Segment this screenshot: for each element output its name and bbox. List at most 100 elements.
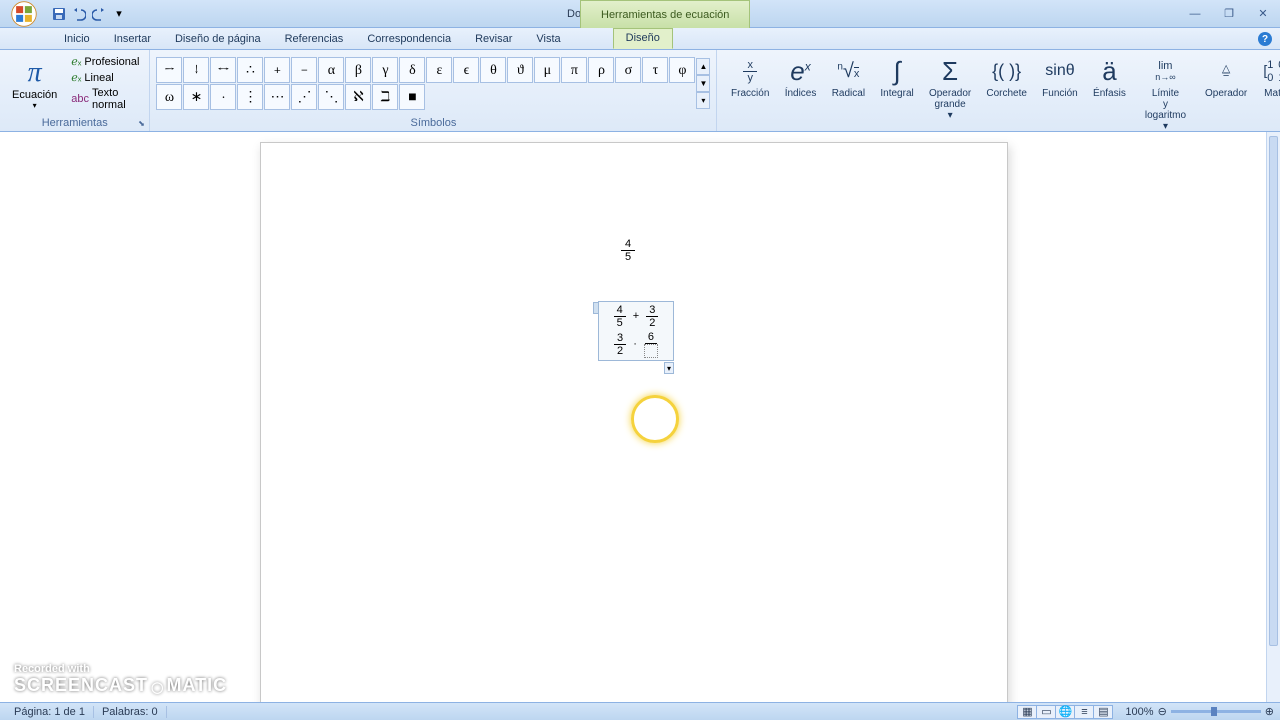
symbol-β[interactable]: β — [345, 57, 371, 83]
structure-radical[interactable]: n√xRadical — [824, 52, 873, 132]
help-icon[interactable]: ? — [1258, 32, 1272, 46]
structure-matriz[interactable]: [1001]Matriz — [1255, 52, 1280, 132]
zoom-out-button[interactable]: ⊖ — [1158, 705, 1167, 718]
tab-diseno-pagina[interactable]: Diseño de página — [163, 30, 273, 49]
view-web[interactable]: 🌐 — [1055, 705, 1075, 719]
zoom-value[interactable]: 100% — [1125, 706, 1153, 718]
equation-options-dropdown[interactable]: ▾ — [664, 362, 674, 374]
symbol-ω[interactable]: ω — [156, 84, 182, 110]
symbol-∗[interactable]: ∗ — [183, 84, 209, 110]
context-tab-header: Herramientas de ecuación — [580, 0, 750, 28]
structure-glyph: [1001] — [1263, 54, 1280, 88]
tab-diseno-ecuacion[interactable]: Diseño — [613, 28, 673, 49]
tab-insertar[interactable]: Insertar — [102, 30, 163, 49]
placeholder-denominator[interactable] — [644, 344, 658, 358]
status-words[interactable]: Palabras: 0 — [94, 706, 167, 718]
maximize-button[interactable]: ❐ — [1212, 4, 1246, 24]
symbol-θ[interactable]: θ — [480, 57, 506, 83]
symbol-→[interactable]: → — [156, 57, 182, 83]
view-print-layout[interactable]: ▦ — [1017, 705, 1037, 719]
undo-icon[interactable] — [70, 5, 88, 23]
symbol-ϑ[interactable]: ϑ — [507, 57, 533, 83]
group-simbolos: →↓↔∴+−αβγδεϵθϑμπρστφω∗·⋮⋯⋰⋱ℵℶ■ ▲ ▼ ▾ Sím… — [150, 50, 717, 131]
symbols-scroll-up[interactable]: ▲ — [696, 58, 710, 75]
symbol-π[interactable]: π — [561, 57, 587, 83]
symbol-∴[interactable]: ∴ — [237, 57, 263, 83]
structure-glyph: limn→∞ — [1155, 54, 1175, 88]
profesional-button[interactable]: ℯₓProfesional — [67, 54, 143, 69]
title-bar: ▾ Documento2 - Microsoft Word Herramient… — [0, 0, 1280, 28]
symbol-α[interactable]: α — [318, 57, 344, 83]
tab-revisar[interactable]: Revisar — [463, 30, 524, 49]
status-page[interactable]: Página: 1 de 1 — [6, 706, 94, 718]
texto-normal-button[interactable]: abcTexto normal — [67, 86, 143, 112]
structure-fracción[interactable]: xyFracción — [723, 52, 777, 132]
ribbon: π Ecuación ▾ ℯₓProfesional ℯₓLineal abcT… — [0, 50, 1280, 132]
structure-glyph: sinθ — [1045, 54, 1074, 88]
symbols-scroll-more[interactable]: ▾ — [696, 92, 710, 109]
page[interactable]: 4 5 45 + 32 32 · 6 ▾ — [260, 142, 1008, 702]
tools-launcher-icon[interactable]: ⬊ — [136, 119, 146, 129]
equation-1[interactable]: 4 5 — [621, 238, 635, 263]
tab-vista[interactable]: Vista — [524, 30, 572, 49]
structure-énfasis[interactable]: äÉnfasis — [1085, 52, 1133, 132]
symbol-⋰[interactable]: ⋰ — [291, 84, 317, 110]
symbol-ϵ[interactable]: ϵ — [453, 57, 479, 83]
view-outline[interactable]: ≡ — [1074, 705, 1094, 719]
structure-glyph: xy — [743, 54, 757, 88]
status-bar: Página: 1 de 1 Palabras: 0 ▦ ▭ 🌐 ≡ ▤ 100… — [0, 702, 1280, 720]
symbols-scroll-down[interactable]: ▼ — [696, 75, 710, 92]
symbol-γ[interactable]: γ — [372, 57, 398, 83]
view-draft[interactable]: ▤ — [1093, 705, 1113, 719]
symbol-δ[interactable]: δ — [399, 57, 425, 83]
symbol-ℵ[interactable]: ℵ — [345, 84, 371, 110]
lineal-button[interactable]: ℯₓLineal — [67, 70, 143, 85]
symbol-ε[interactable]: ε — [426, 57, 452, 83]
structure-operador[interactable]: △=Operador — [1197, 52, 1254, 132]
symbol-+[interactable]: + — [264, 57, 290, 83]
symbol-↓[interactable]: ↓ — [183, 57, 209, 83]
texto-normal-icon: abc — [71, 93, 89, 105]
tab-inicio[interactable]: Inicio — [52, 30, 102, 49]
equation-handle[interactable] — [593, 302, 599, 314]
symbol-■[interactable]: ■ — [399, 84, 425, 110]
symbol-⋮[interactable]: ⋮ — [237, 84, 263, 110]
structure-operador[interactable]: ΣOperadorgrande▾ — [921, 52, 978, 132]
redo-icon[interactable] — [90, 5, 108, 23]
office-button[interactable] — [4, 0, 44, 28]
symbol-τ[interactable]: τ — [642, 57, 668, 83]
structure-corchete[interactable]: {( )}Corchete — [979, 52, 1035, 132]
zoom-in-button[interactable]: ⊕ — [1265, 705, 1274, 718]
structure-integral[interactable]: ∫Integral — [873, 52, 922, 132]
symbol-ℶ[interactable]: ℶ — [372, 84, 398, 110]
qat-customize-icon[interactable]: ▾ — [110, 5, 128, 23]
tab-referencias[interactable]: Referencias — [273, 30, 356, 49]
ecuacion-button[interactable]: π Ecuación ▾ — [6, 56, 63, 110]
symbol-⋱[interactable]: ⋱ — [318, 84, 344, 110]
structure-índices[interactable]: exÍndices — [777, 52, 824, 132]
symbol-·[interactable]: · — [210, 84, 236, 110]
ribbon-tabs: Inicio Insertar Diseño de página Referen… — [0, 28, 1280, 50]
symbol-↔[interactable]: ↔ — [210, 57, 236, 83]
symbol-φ[interactable]: φ — [669, 57, 695, 83]
equation-2-editing[interactable]: 45 + 32 32 · 6 ▾ — [598, 301, 674, 361]
lineal-icon: ℯₓ — [71, 71, 81, 84]
document-area[interactable]: 4 5 45 + 32 32 · 6 ▾ — [0, 132, 1266, 702]
symbol-μ[interactable]: μ — [534, 57, 560, 83]
watermark: Recorded with SCREENCAST ◯ MATIC — [14, 663, 227, 696]
close-button[interactable]: ✕ — [1246, 4, 1280, 24]
structure-función[interactable]: sinθFunción — [1035, 52, 1086, 132]
structure-límite[interactable]: limn→∞Límitey logaritmo▾ — [1134, 52, 1198, 132]
scrollbar-thumb[interactable] — [1269, 136, 1278, 646]
zoom-slider[interactable] — [1171, 710, 1261, 713]
symbol-−[interactable]: − — [291, 57, 317, 83]
symbol-ρ[interactable]: ρ — [588, 57, 614, 83]
view-full-screen[interactable]: ▭ — [1036, 705, 1056, 719]
structure-glyph: ex — [790, 54, 810, 88]
symbol-⋯[interactable]: ⋯ — [264, 84, 290, 110]
minimize-button[interactable]: — — [1178, 4, 1212, 24]
tab-correspondencia[interactable]: Correspondencia — [355, 30, 463, 49]
save-icon[interactable] — [50, 5, 68, 23]
vertical-scrollbar[interactable] — [1266, 132, 1280, 702]
symbol-σ[interactable]: σ — [615, 57, 641, 83]
